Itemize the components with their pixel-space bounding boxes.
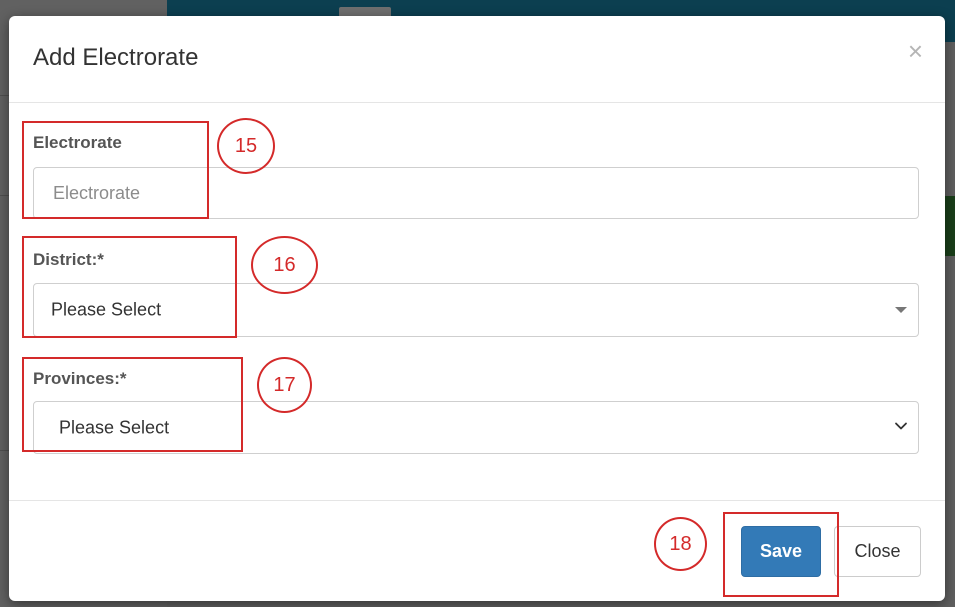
provinces-selected-value: Please Select [59,417,170,437]
electrorate-input[interactable] [33,167,919,219]
caret-down-icon [895,307,907,313]
modal-footer: Save Close [9,500,945,601]
provinces-label: Provinces:* [33,369,127,388]
background-button [944,196,955,256]
close-button[interactable]: Close [834,526,921,577]
electrorate-label: Electrorate [33,133,122,152]
district-select[interactable]: Please Select [33,283,919,337]
chevron-down-icon [895,422,907,429]
district-label: District:* [33,250,104,269]
district-selected-value: Please Select [51,299,162,320]
modal-header: Add Electrorate × [9,16,945,103]
add-electrorate-modal: Add Electrorate × Electrorate District:*… [9,16,945,601]
modal-title: Add Electrorate [33,44,199,71]
provinces-select[interactable]: Please Select [33,401,919,454]
save-button[interactable]: Save [741,526,821,577]
close-icon[interactable]: × [908,38,923,64]
